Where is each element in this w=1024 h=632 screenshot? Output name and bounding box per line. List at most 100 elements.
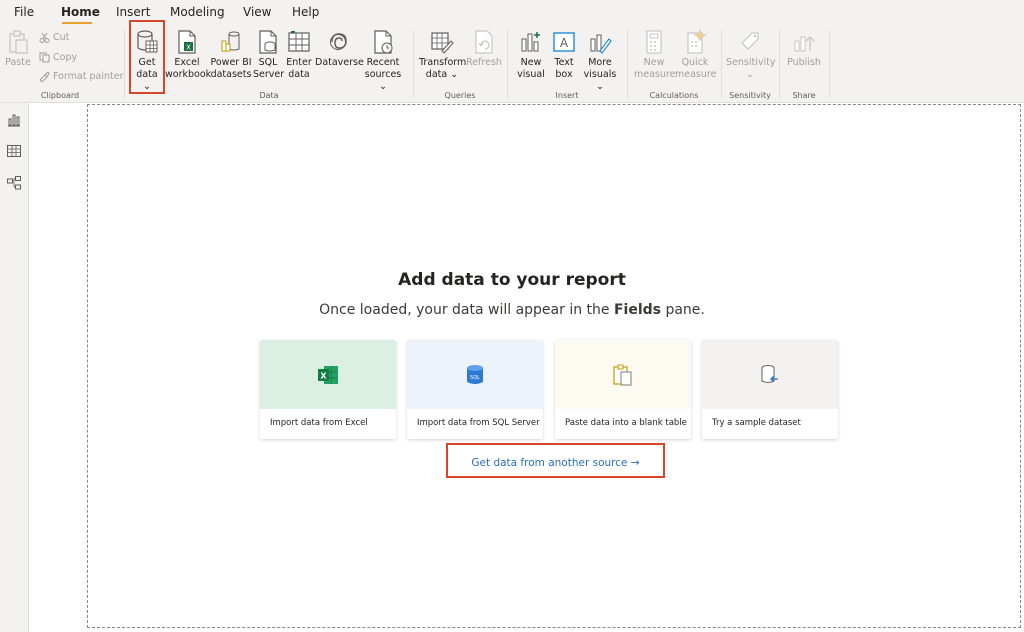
enter-data-label-1: Enter xyxy=(286,57,312,68)
table-icon xyxy=(288,31,310,52)
dataverse-label: Dataverse xyxy=(315,57,364,68)
import-excel-card[interactable]: X Import data from Excel xyxy=(260,340,396,439)
sensitivity-button[interactable]: Sensitivity ⌄ xyxy=(726,29,776,81)
fields-pane-name: Fields xyxy=(613,302,661,318)
transform-label-2: data ⌄ xyxy=(425,69,459,80)
subtitle-end: pane. xyxy=(661,302,705,318)
svg-text:X: X xyxy=(320,371,327,380)
powerbi-label-1: Power BI xyxy=(210,57,252,68)
excel-icon: X xyxy=(318,365,338,384)
paste-icon xyxy=(9,30,28,54)
transform-data-button[interactable]: Transform data ⌄ xyxy=(419,29,467,81)
text-box-icon: A xyxy=(553,32,575,52)
svg-text:A: A xyxy=(560,36,569,50)
refresh-button[interactable]: Refresh xyxy=(466,29,502,69)
new-visual-label-2: visual xyxy=(517,69,545,80)
transform-data-icon xyxy=(431,32,454,54)
more-visuals-button[interactable]: More visuals ⌄ xyxy=(580,29,620,93)
report-view-icon[interactable] xyxy=(6,112,22,128)
more-visuals-label-2: visuals ⌄ xyxy=(583,69,617,92)
import-sql-card[interactable]: SQL Import data from SQL Server xyxy=(407,340,543,439)
card-label: Import data from SQL Server xyxy=(417,418,540,428)
dataverse-button[interactable]: Dataverse xyxy=(315,29,364,69)
view-rail xyxy=(0,103,29,632)
add-data-title: Add data to your report xyxy=(398,270,626,290)
group-separator xyxy=(829,30,830,98)
sql-label-2: Server xyxy=(253,69,285,80)
group-separator xyxy=(507,30,508,98)
excel-workbook-button[interactable]: X Excel workbook xyxy=(165,29,212,81)
data-view-icon[interactable] xyxy=(6,143,22,159)
menu-file[interactable]: File xyxy=(14,5,34,19)
paste-clipboard-icon xyxy=(613,364,632,386)
enter-data-button[interactable]: Enter data xyxy=(284,29,314,81)
powerbi-datasets-button[interactable]: Power BI datasets xyxy=(210,29,252,81)
card-banner: X xyxy=(260,340,396,409)
format-painter-button[interactable]: Format painter xyxy=(39,71,124,82)
bar-chart-icon xyxy=(521,32,540,52)
quick-measure-label-1: Quick xyxy=(681,57,709,68)
text-box-label-2: box xyxy=(555,69,573,80)
new-measure-label-1: New xyxy=(643,57,665,68)
publish-icon xyxy=(794,36,815,52)
excel-label-2: workbook xyxy=(165,69,212,80)
sql-database-icon: SQL xyxy=(467,364,483,384)
more-visuals-label-1: More xyxy=(588,57,612,68)
menu-insert[interactable]: Insert xyxy=(116,5,150,19)
quick-measure-button[interactable]: Quick measure xyxy=(675,29,717,81)
queries-group-label: Queries xyxy=(444,91,476,100)
card-label: Try a sample dataset xyxy=(712,418,801,428)
data-group-label: Data xyxy=(259,91,279,100)
sql-server-button[interactable]: SQL Server xyxy=(253,29,285,81)
group-separator xyxy=(779,30,780,98)
quick-measure-label-2: measure xyxy=(675,69,717,80)
calculations-group-label: Calculations xyxy=(649,91,699,100)
sql-file-icon xyxy=(259,30,277,54)
recent-label-1: Recent xyxy=(366,57,400,68)
transform-label-1: Transform xyxy=(419,57,467,68)
insert-group-label: Insert xyxy=(555,91,579,100)
recent-sources-button[interactable]: Recent sources ⌄ xyxy=(361,29,405,93)
text-box-button[interactable]: A Text box xyxy=(549,29,579,81)
sample-dataset-icon xyxy=(761,364,778,383)
menu-view[interactable]: View xyxy=(243,5,271,19)
recent-sources-icon xyxy=(374,30,393,54)
active-tab-indicator xyxy=(62,22,92,24)
sensitivity-label-icon xyxy=(741,32,759,50)
new-visual-label-1: New xyxy=(520,57,542,68)
menu-modeling[interactable]: Modeling xyxy=(170,5,225,19)
paste-button[interactable]: Paste xyxy=(4,29,32,69)
sql-label-1: SQL xyxy=(258,57,278,68)
new-measure-label-2: measure xyxy=(634,69,676,80)
publish-button[interactable]: Publish xyxy=(784,29,824,69)
cut-button[interactable]: Cut xyxy=(39,32,69,43)
copy-icon xyxy=(39,52,50,63)
paste-label: Paste xyxy=(5,57,31,68)
group-separator xyxy=(721,30,722,98)
card-label: Paste data into a blank table xyxy=(565,418,687,428)
publish-label: Publish xyxy=(787,57,821,68)
menu-home[interactable]: Home xyxy=(61,5,100,19)
copy-label: Copy xyxy=(53,52,78,63)
dataverse-icon xyxy=(330,33,347,50)
subtitle-text: Once loaded, your data will appear in th… xyxy=(319,302,614,318)
scissors-icon xyxy=(39,32,50,43)
card-banner: SQL xyxy=(407,340,543,409)
new-measure-button[interactable]: New measure xyxy=(634,29,676,81)
new-visual-button[interactable]: New visual xyxy=(514,29,548,81)
model-view-icon[interactable] xyxy=(6,175,22,191)
enter-data-label-2: data xyxy=(288,69,310,80)
copy-button[interactable]: Copy xyxy=(39,52,77,63)
quick-measure-icon xyxy=(687,29,707,54)
menu-help[interactable]: Help xyxy=(292,5,319,19)
refresh-label: Refresh xyxy=(466,57,502,68)
card-banner xyxy=(555,340,691,409)
group-separator xyxy=(124,30,125,98)
sensitivity-label-1: Sensitivity xyxy=(726,57,776,68)
calculator-icon xyxy=(646,30,662,54)
cut-label: Cut xyxy=(53,32,70,43)
share-group-label: Share xyxy=(792,91,816,100)
sensitivity-label-2: ⌄ xyxy=(746,69,754,80)
paste-data-card[interactable]: Paste data into a blank table xyxy=(555,340,691,439)
sample-dataset-card[interactable]: Try a sample dataset xyxy=(702,340,838,439)
